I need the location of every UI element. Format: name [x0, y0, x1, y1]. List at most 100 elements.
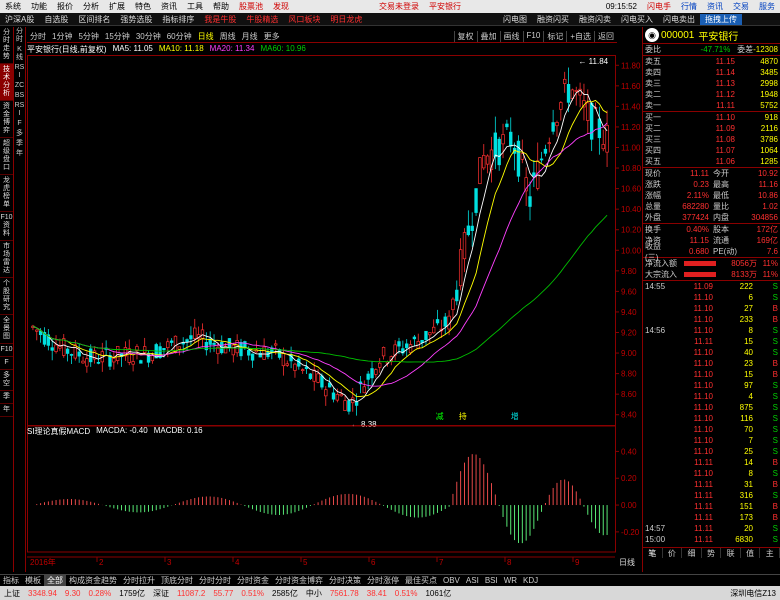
period-tab[interactable]: 分时	[27, 31, 49, 42]
chart-action-button[interactable]: 标记	[543, 31, 566, 42]
toolbar-item[interactable]: 融资闪买	[532, 14, 574, 25]
indicator-tab[interactable]: 顶底分时	[158, 575, 196, 586]
indicator-shortcut[interactable]: 年	[14, 149, 25, 159]
quote-tab[interactable]: 笔	[643, 548, 663, 558]
trade-button[interactable]: 交易	[728, 1, 754, 12]
toolbar-item[interactable]: 自选股	[39, 14, 73, 25]
chart-action-button[interactable]: 返回	[594, 31, 617, 42]
toolbar-item[interactable]: 闪电买入	[616, 14, 658, 25]
indicator-shortcut[interactable]: ZC	[14, 81, 25, 91]
indicator-shortcut[interactable]: BS	[14, 91, 25, 101]
indicator-tab[interactable]: 分时涨停	[364, 575, 402, 586]
menu-item-system[interactable]: 系统	[0, 1, 26, 12]
indicator-tab[interactable]: 分时资金博弈	[272, 575, 326, 586]
indicator-tab[interactable]: 最佳买点	[402, 575, 440, 586]
period-tab[interactable]: 15分钟	[102, 31, 133, 42]
indicator-shortcut[interactable]: RSI	[14, 63, 25, 81]
indicator-tab[interactable]: OBV	[440, 576, 463, 585]
left-tab[interactable]: F10	[0, 344, 13, 357]
news-button[interactable]: 资讯	[702, 1, 728, 12]
quote-tab[interactable]: 主	[760, 548, 780, 558]
period-tab[interactable]: 月线	[239, 31, 261, 42]
indicator-shortcut[interactable]: 多	[14, 129, 25, 139]
flash-trade-button[interactable]: 闪电手	[642, 1, 676, 12]
left-tab[interactable]: 分时走势	[0, 27, 13, 64]
tick-price: 11.11	[694, 458, 713, 467]
quote-tab[interactable]: 联	[721, 548, 741, 558]
toolbar-item[interactable]: 强势选股	[115, 14, 157, 25]
toolbar-item[interactable]: 沪深A股	[0, 14, 39, 25]
indicator-tab[interactable]: WR	[501, 576, 520, 585]
indicator-shortcut[interactable]: F	[14, 119, 25, 129]
indicator-tab[interactable]: ASI	[463, 576, 482, 585]
left-tab[interactable]: 个股研究	[0, 278, 13, 315]
quote-tab[interactable]: 细	[682, 548, 702, 558]
indicator-tab[interactable]: 分时资金	[234, 575, 272, 586]
period-tab[interactable]: 5分钟	[75, 31, 101, 42]
left-tab[interactable]: 多空	[0, 370, 13, 391]
indicator-tab[interactable]: 分时分时	[196, 575, 234, 586]
menu-item-analysis[interactable]: 分析	[78, 1, 104, 12]
left-tab[interactable]: 超级盘口	[0, 138, 13, 175]
toolbar-item[interactable]: 闪电图	[498, 14, 532, 25]
quote-tab[interactable]: 值	[741, 548, 761, 558]
left-tab[interactable]: 季	[0, 391, 13, 404]
left-tab[interactable]: 年	[0, 404, 13, 417]
menu-item-extend[interactable]: 扩展	[104, 1, 130, 12]
quote-tab[interactable]: 价	[663, 548, 683, 558]
left-tab[interactable]: F	[0, 357, 13, 370]
toolbar-item-promo[interactable]: 我是牛股	[199, 14, 241, 25]
menu-item-quote[interactable]: 报价	[52, 1, 78, 12]
tick-list[interactable]: 14:55 11.09 222 S 11.10 6 S 11.10 27 B 11.10 233 B 14…	[643, 281, 780, 545]
period-tab[interactable]: 日线	[195, 31, 217, 42]
chart-action-button[interactable]: 叠加	[476, 31, 500, 42]
left-tab[interactable]: 技术分析	[0, 64, 13, 101]
left-tab[interactable]: 龙虎榜单	[0, 175, 13, 212]
chart-action-button[interactable]: 画线	[499, 31, 523, 42]
indicator-tab[interactable]: 构成资金趋势	[66, 575, 120, 586]
menu-item-news[interactable]: 资讯	[156, 1, 182, 12]
toolbar-item-promo[interactable]: 明日龙虎	[325, 14, 367, 25]
indicator-tab[interactable]: KDJ	[520, 576, 541, 585]
chart-action-button[interactable]: F10	[522, 31, 544, 42]
period-tab[interactable]: 1分钟	[49, 31, 75, 42]
quote-tab[interactable]: 势	[702, 548, 722, 558]
indicator-tab[interactable]: 分时决策	[326, 575, 364, 586]
menu-item-discover[interactable]: 发现	[268, 1, 294, 12]
chart-action-button[interactable]: 复权	[453, 31, 477, 42]
service-button[interactable]: 服务	[754, 1, 780, 12]
toolbar-item-promo[interactable]: 风口板块	[283, 14, 325, 25]
menu-item-function[interactable]: 功能	[26, 1, 52, 12]
period-tab[interactable]: 周线	[217, 31, 239, 42]
left-tab[interactable]: 资金博弈	[0, 101, 13, 138]
indicator-tab[interactable]: BSI	[482, 576, 501, 585]
period-tab[interactable]: 60分钟	[164, 31, 195, 42]
toolbar-item-promo[interactable]: 牛股精选	[241, 14, 283, 25]
menu-item-help[interactable]: 帮助	[208, 1, 234, 12]
period-tab[interactable]: 更多	[261, 31, 283, 42]
indicator-shortcut[interactable]: 分时	[14, 27, 25, 45]
toolbar-item[interactable]: 区间排名	[73, 14, 115, 25]
left-tab[interactable]: 全景图	[0, 315, 13, 344]
period-tab[interactable]: 30分钟	[133, 31, 164, 42]
indicator-tab[interactable]: 分时拉升	[120, 575, 158, 586]
chart-action-button[interactable]: +自选	[566, 31, 594, 42]
kline-chart[interactable]: 11.80 11.60 11.40 11.20 11.00 10.80 10.60 10.40…	[27, 55, 642, 570]
toolbar-item[interactable]: 指标排序	[157, 14, 199, 25]
toolbar-item[interactable]: 闪电卖出	[658, 14, 700, 25]
indicator-shortcut[interactable]: RSI	[14, 101, 25, 119]
login-status[interactable]: 交易未登录	[374, 1, 424, 12]
left-tab[interactable]: F10资料	[0, 212, 13, 241]
left-tab[interactable]: 市场雷达	[0, 241, 13, 278]
menu-item-tools[interactable]: 工具	[182, 1, 208, 12]
upload-button[interactable]: 拖拽上传	[700, 13, 742, 25]
indicator-tab[interactable]: 模板	[22, 575, 44, 586]
menu-item-stock-pool[interactable]: 股票池	[234, 1, 268, 12]
indicator-tab[interactable]: 全部	[44, 574, 66, 586]
indicator-shortcut[interactable]: 季	[14, 139, 25, 149]
indicator-shortcut[interactable]: K线	[14, 45, 25, 63]
toolbar-item[interactable]: 融资闪卖	[574, 14, 616, 25]
menu-item-feature[interactable]: 特色	[130, 1, 156, 12]
indicator-tab[interactable]: 指标	[0, 575, 22, 586]
quote-button[interactable]: 行情	[676, 1, 702, 12]
